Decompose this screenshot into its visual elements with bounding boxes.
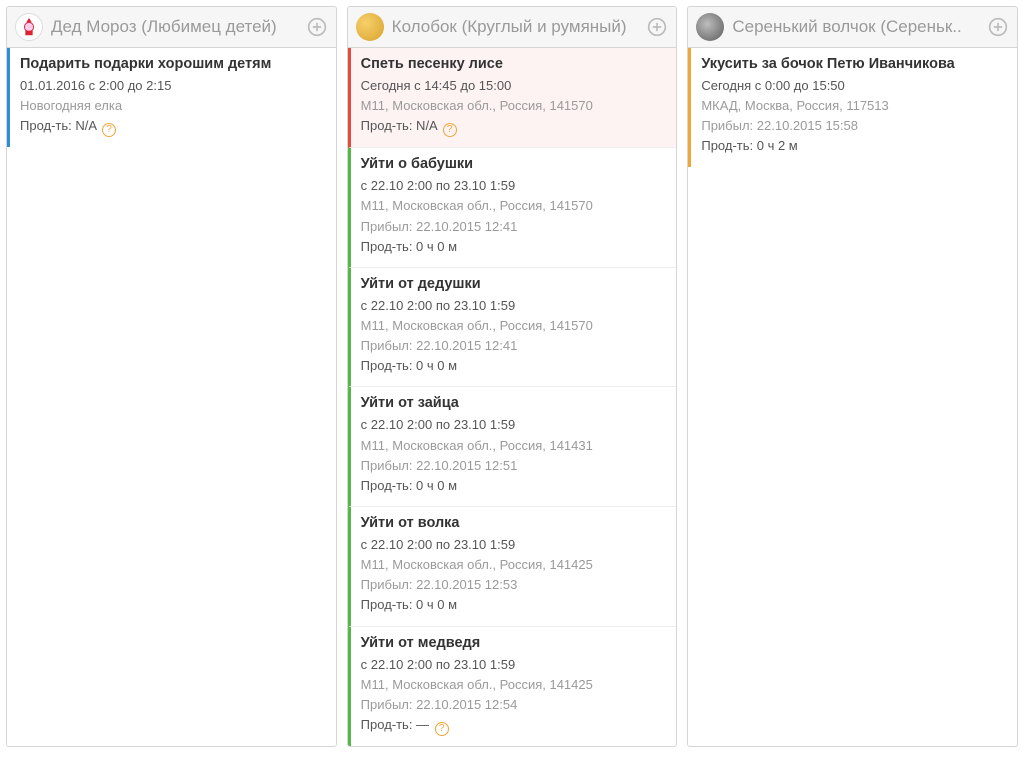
task-time: 01.01.2016 с 2:00 до 2:15 [20, 76, 326, 96]
task-arrived: Прибыл: 22.10.2015 12:41 [361, 217, 667, 237]
task-location: Новогодняя елка [20, 96, 326, 116]
help-icon[interactable]: ? [102, 123, 116, 137]
task-time: с 22.10 2:00 по 23.10 1:59 [361, 296, 667, 316]
task-title: Уйти от медведя [361, 635, 667, 651]
task-time: с 22.10 2:00 по 23.10 1:59 [361, 655, 667, 675]
task-arrived: Прибыл: 22.10.2015 12:53 [361, 575, 667, 595]
task-list: Спеть песенку лисе Сегодня с 14:45 до 15… [348, 48, 677, 746]
task-location: М11, Московская обл., Россия, 141425 [361, 555, 667, 575]
task-arrived: Прибыл: 22.10.2015 15:58 [701, 116, 1007, 136]
task-card[interactable]: Уйти от медведя с 22.10 2:00 по 23.10 1:… [348, 627, 677, 746]
add-task-button[interactable] [646, 16, 668, 38]
task-duration: Прод-ть: 0 ч 0 м [361, 595, 667, 615]
task-arrived: Прибыл: 22.10.2015 12:41 [361, 336, 667, 356]
add-task-button[interactable] [987, 16, 1009, 38]
task-time: с 22.10 2:00 по 23.10 1:59 [361, 535, 667, 555]
help-icon[interactable]: ? [435, 722, 449, 736]
task-card[interactable]: Уйти о бабушки с 22.10 2:00 по 23.10 1:5… [348, 148, 677, 268]
column-header: Серенький волчок (Сереньк.. [688, 7, 1017, 48]
task-time: с 22.10 2:00 по 23.10 1:59 [361, 176, 667, 196]
column-title: Дед Мороз (Любимец детей) [51, 17, 298, 37]
task-card[interactable]: Уйти от волка с 22.10 2:00 по 23.10 1:59… [348, 507, 677, 627]
task-time: Сегодня с 0:00 до 15:50 [701, 76, 1007, 96]
column-header: Дед Мороз (Любимец детей) [7, 7, 336, 48]
task-time: Сегодня с 14:45 до 15:00 [361, 76, 667, 96]
task-arrived: Прибыл: 22.10.2015 12:54 [361, 695, 667, 715]
column-wolf: Серенький волчок (Сереньк.. Укусить за б… [687, 6, 1018, 747]
avatar-kolobok [356, 13, 384, 41]
column-header: Колобок (Круглый и румяный) [348, 7, 677, 48]
task-location: М11, Московская обл., Россия, 141570 [361, 196, 667, 216]
task-title: Укусить за бочок Петю Иванчикова [701, 56, 1007, 72]
column-ded-moroz: Дед Мороз (Любимец детей) Подарить подар… [6, 6, 337, 747]
avatar-wolf [696, 13, 724, 41]
task-duration: Прод-ть: 0 ч 2 м [701, 136, 1007, 156]
task-duration: Прод-ть: 0 ч 0 м [361, 237, 667, 257]
task-title: Уйти от зайца [361, 395, 667, 411]
task-title: Спеть песенку лисе [361, 56, 667, 72]
task-title: Подарить подарки хорошим детям [20, 56, 326, 72]
column-title: Серенький волчок (Сереньк.. [732, 17, 979, 37]
task-duration: Прод-ть: — ? [361, 715, 667, 736]
avatar-ded-moroz [15, 13, 43, 41]
task-title: Уйти от дедушки [361, 276, 667, 292]
task-title: Уйти от волка [361, 515, 667, 531]
task-card[interactable]: Уйти от зайца с 22.10 2:00 по 23.10 1:59… [348, 387, 677, 507]
task-time: с 22.10 2:00 по 23.10 1:59 [361, 415, 667, 435]
task-card[interactable]: Подарить подарки хорошим детям 01.01.201… [7, 48, 336, 147]
task-location: М11, Московская обл., Россия, 141425 [361, 675, 667, 695]
task-card[interactable]: Спеть песенку лисе Сегодня с 14:45 до 15… [348, 48, 677, 148]
task-duration: Прод-ть: N/A ? [20, 116, 326, 137]
column-title: Колобок (Круглый и румяный) [392, 17, 639, 37]
add-task-button[interactable] [306, 16, 328, 38]
task-duration: Прод-ть: N/A ? [361, 116, 667, 137]
help-icon[interactable]: ? [443, 123, 457, 137]
task-location: М11, Московская обл., Россия, 141570 [361, 316, 667, 336]
task-duration: Прод-ть: 0 ч 0 м [361, 476, 667, 496]
task-card[interactable]: Укусить за бочок Петю Иванчикова Сегодня… [688, 48, 1017, 167]
task-card[interactable]: Уйти от дедушки с 22.10 2:00 по 23.10 1:… [348, 268, 677, 388]
task-location: МКАД, Москва, Россия, 117513 [701, 96, 1007, 116]
task-arrived: Прибыл: 22.10.2015 12:51 [361, 456, 667, 476]
task-duration: Прод-ть: 0 ч 0 м [361, 356, 667, 376]
task-location: М11, Московская обл., Россия, 141431 [361, 436, 667, 456]
task-list: Укусить за бочок Петю Иванчикова Сегодня… [688, 48, 1017, 167]
task-list: Подарить подарки хорошим детям 01.01.201… [7, 48, 336, 147]
task-title: Уйти о бабушки [361, 156, 667, 172]
task-location: М11, Московская обл., Россия, 141570 [361, 96, 667, 116]
column-kolobok: Колобок (Круглый и румяный) Спеть песенк… [347, 6, 678, 747]
